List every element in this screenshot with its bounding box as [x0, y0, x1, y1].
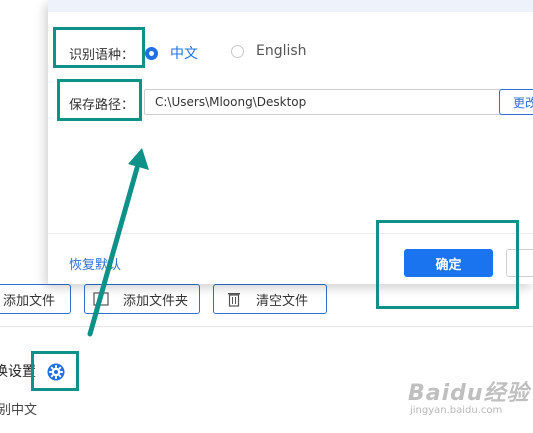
- radio-chinese[interactable]: 中文: [145, 43, 198, 63]
- change-path-button[interactable]: 更改: [499, 89, 533, 115]
- add-folder-label: 添加文件夹: [123, 293, 189, 309]
- toolbar-divider: [0, 326, 533, 327]
- radio-english-label: English: [256, 43, 307, 59]
- watermark-brand: Baidu经验: [408, 381, 530, 406]
- add-folder-button[interactable]: 添加文件夹: [84, 284, 200, 314]
- highlight-confirm-area: [376, 220, 519, 309]
- trash-icon: [226, 291, 242, 307]
- change-path-label: 更改: [513, 95, 533, 110]
- add-file-button[interactable]: 添加文件: [0, 284, 71, 314]
- highlight-gear: [31, 351, 79, 391]
- radio-chinese-label: 中文: [170, 46, 198, 62]
- clear-files-label: 清空文件: [256, 293, 309, 309]
- recognition-language-value: 别中文: [0, 403, 38, 418]
- radio-unchecked-icon: [231, 44, 244, 58]
- clear-files-button[interactable]: 清空文件: [213, 284, 327, 314]
- save-path-input[interactable]: [144, 89, 530, 115]
- highlight-save-path-label: [57, 79, 142, 121]
- watermark-domain: jingyan.baidu.com: [410, 405, 503, 416]
- baidu-watermark: Baidu经验 jingyan.baidu.com: [408, 373, 530, 431]
- folder-icon: [93, 291, 109, 307]
- radio-english[interactable]: English: [231, 43, 307, 59]
- restore-default-link[interactable]: 恢复默认: [69, 254, 121, 273]
- dialog-header-strip: [48, 0, 533, 12]
- highlight-language-label: [53, 27, 145, 68]
- radio-checked-icon: [145, 46, 158, 60]
- add-file-label: 添加文件: [3, 293, 56, 309]
